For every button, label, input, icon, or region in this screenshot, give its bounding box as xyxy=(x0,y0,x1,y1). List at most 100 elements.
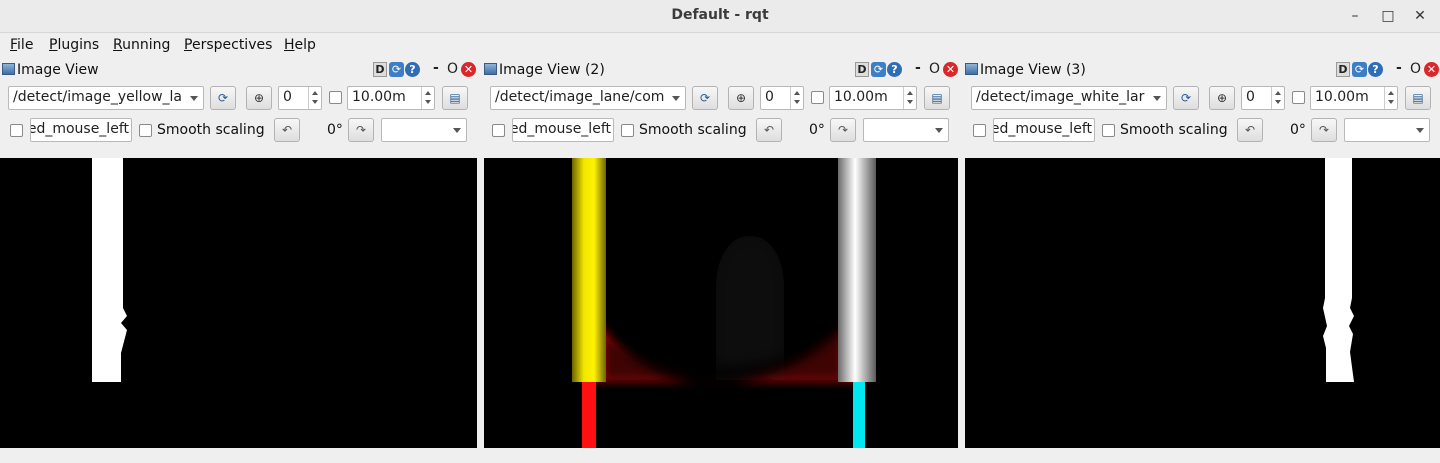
close-panel-icon[interactable]: ✕ xyxy=(1424,62,1439,77)
menu-running-label: unning xyxy=(122,37,171,53)
publish-click-checkbox[interactable] xyxy=(973,124,986,137)
status-area xyxy=(0,448,1440,463)
spin-arrows[interactable] xyxy=(1384,87,1397,109)
image-view-panel-1: Image View D ⟳ ? - O ✕ /detect/image_yel… xyxy=(0,58,478,448)
reload-icon[interactable]: ⟳ xyxy=(871,62,886,77)
reload-icon[interactable]: ⟳ xyxy=(389,62,404,77)
menu-perspectives-label: erspectives xyxy=(191,37,273,53)
max-range-checkbox[interactable] xyxy=(811,91,824,104)
rotate-left-button[interactable]: ↶ xyxy=(274,118,300,142)
minimize-panel-button[interactable]: - xyxy=(433,60,439,76)
topic-select[interactable]: /detect/image_white_lar xyxy=(971,86,1167,110)
image-canvas[interactable] xyxy=(0,158,477,448)
spin-arrows[interactable] xyxy=(308,87,321,109)
minimize-panel-button[interactable]: - xyxy=(1396,60,1402,76)
menu-plugins[interactable]: Plugins xyxy=(49,37,99,53)
spin-arrows[interactable] xyxy=(790,87,803,109)
click-topic-field[interactable]: ed_mouse_left xyxy=(30,118,132,142)
rotate-left-button[interactable]: ↶ xyxy=(756,118,782,142)
close-panel-icon[interactable]: ✕ xyxy=(943,62,958,77)
max-range-value: 10.00m xyxy=(1315,89,1369,105)
debug-button[interactable]: D xyxy=(373,62,387,77)
value-spinbox[interactable]: 0 xyxy=(760,86,804,110)
help-icon[interactable]: ? xyxy=(405,62,420,77)
max-range-spinbox[interactable]: 10.00m xyxy=(1310,86,1398,110)
color-scheme-select[interactable] xyxy=(381,118,467,142)
save-image-button[interactable]: ▤ xyxy=(442,86,468,110)
rotate-left-button[interactable]: ↶ xyxy=(1237,118,1263,142)
help-icon[interactable]: ? xyxy=(887,62,902,77)
topic-select[interactable]: /detect/image_lane/com xyxy=(490,86,686,110)
image-canvas[interactable] xyxy=(965,158,1440,448)
max-range-spinbox[interactable]: 10.00m xyxy=(347,86,435,110)
topic-select-value: /detect/image_lane/com xyxy=(495,89,665,105)
close-panel-icon[interactable]: ✕ xyxy=(461,62,476,77)
max-range-spinbox[interactable]: 10.00m xyxy=(829,86,917,110)
debug-button[interactable]: D xyxy=(855,62,869,77)
image-canvas[interactable] xyxy=(484,158,958,448)
menu-help[interactable]: Help xyxy=(284,37,316,53)
yellow-mask-image xyxy=(0,158,477,448)
menu-bar: File Plugins Running Perspectives Help xyxy=(0,33,1440,57)
float-panel-button[interactable]: O xyxy=(929,61,940,77)
click-topic-field[interactable]: ed_mouse_left xyxy=(512,118,614,142)
spin-arrows[interactable] xyxy=(421,87,434,109)
menu-plugins-label: lugins xyxy=(57,37,100,53)
panel-header: Image View (3) D ⟳ ? - O ✕ xyxy=(963,58,1440,82)
spin-arrows[interactable] xyxy=(1271,87,1284,109)
max-range-checkbox[interactable] xyxy=(329,91,342,104)
close-window-button[interactable]: ✕ xyxy=(1409,6,1431,26)
rotate-right-button[interactable]: ↷ xyxy=(1311,118,1337,142)
spin-arrows[interactable] xyxy=(903,87,916,109)
value-spinbox-text: 0 xyxy=(765,89,774,105)
zoom-icon[interactable]: ⊕ xyxy=(246,86,272,110)
max-range-value: 10.00m xyxy=(834,89,888,105)
float-panel-button[interactable]: O xyxy=(447,61,458,77)
maximize-button[interactable]: □ xyxy=(1377,6,1399,26)
save-image-button[interactable]: ▤ xyxy=(1405,86,1431,110)
debug-button[interactable]: D xyxy=(1336,62,1350,77)
smooth-scaling-checkbox[interactable] xyxy=(139,124,152,137)
publish-click-checkbox[interactable] xyxy=(492,124,505,137)
value-spinbox-text: 0 xyxy=(1246,89,1255,105)
minimize-button[interactable]: – xyxy=(1344,6,1366,26)
menu-file[interactable]: File xyxy=(10,37,33,53)
chevron-down-icon xyxy=(453,128,461,133)
menu-perspectives-mnemonic: P xyxy=(184,37,192,53)
rotation-label: 0° xyxy=(809,122,825,138)
value-spinbox[interactable]: 0 xyxy=(1241,86,1285,110)
max-range-value: 10.00m xyxy=(352,89,406,105)
value-spinbox[interactable]: 0 xyxy=(278,86,322,110)
chevron-down-icon xyxy=(935,128,943,133)
zoom-icon[interactable]: ⊕ xyxy=(1209,86,1235,110)
menu-running[interactable]: Running xyxy=(113,37,170,53)
minimize-panel-button[interactable]: - xyxy=(915,60,921,76)
rotate-right-button[interactable]: ↷ xyxy=(830,118,856,142)
smooth-scaling-label: Smooth scaling xyxy=(1120,122,1228,138)
lane-composite-image xyxy=(484,158,958,448)
max-range-checkbox[interactable] xyxy=(1292,91,1305,104)
smooth-scaling-checkbox[interactable] xyxy=(621,124,634,137)
refresh-topics-button[interactable]: ⟳ xyxy=(210,86,236,110)
reload-icon[interactable]: ⟳ xyxy=(1352,62,1367,77)
refresh-topics-button[interactable]: ⟳ xyxy=(692,86,718,110)
topic-select[interactable]: /detect/image_yellow_la xyxy=(8,86,204,110)
help-icon[interactable]: ? xyxy=(1368,62,1383,77)
smooth-scaling-checkbox[interactable] xyxy=(1102,124,1115,137)
save-image-button[interactable]: ▤ xyxy=(924,86,950,110)
rotate-right-button[interactable]: ↷ xyxy=(348,118,374,142)
zoom-icon[interactable]: ⊕ xyxy=(728,86,754,110)
topic-select-value: /detect/image_white_lar xyxy=(976,89,1145,105)
float-panel-button[interactable]: O xyxy=(1410,61,1421,77)
image-view-icon xyxy=(484,63,497,75)
color-scheme-select[interactable] xyxy=(863,118,949,142)
refresh-topics-button[interactable]: ⟳ xyxy=(1173,86,1199,110)
color-scheme-select[interactable] xyxy=(1344,118,1430,142)
menu-perspectives[interactable]: Perspectives xyxy=(184,37,272,53)
panel-header: Image View D ⟳ ? - O ✕ xyxy=(0,58,478,82)
publish-click-checkbox[interactable] xyxy=(10,124,23,137)
window-titlebar: Default - rqt – □ ✕ xyxy=(0,0,1440,33)
panel-header: Image View (2) D ⟳ ? - O ✕ xyxy=(482,58,960,82)
menu-help-mnemonic: H xyxy=(284,37,295,53)
click-topic-field[interactable]: ed_mouse_left xyxy=(993,118,1095,142)
